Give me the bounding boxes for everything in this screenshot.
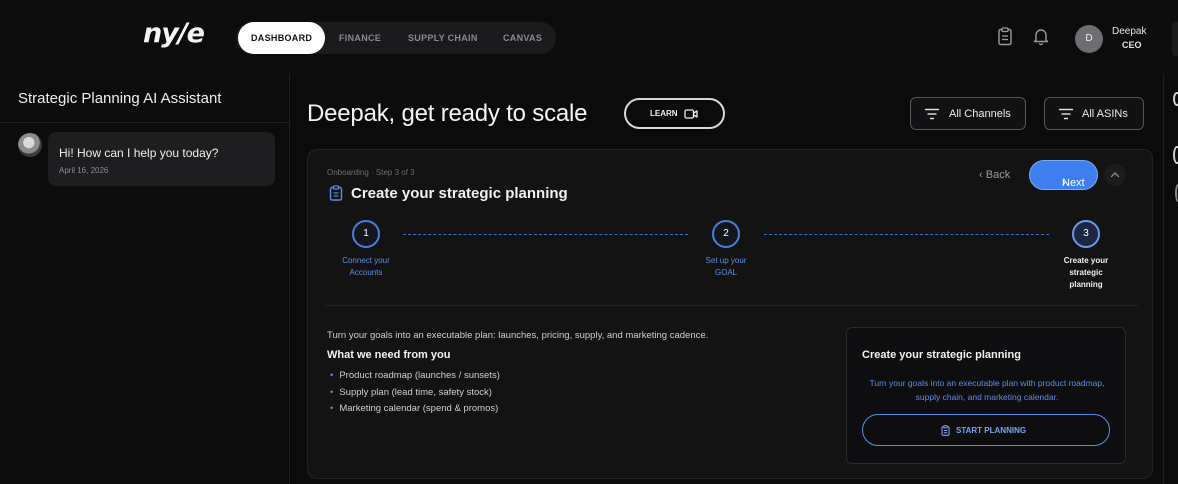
ai-assistant-panel: Strategic Planning AI Assistant Hi! How … [0, 74, 290, 484]
cta-title: Create your strategic planning [862, 349, 1021, 361]
next-button[interactable]: Next › [1029, 160, 1098, 190]
assistant-avatar [18, 133, 42, 157]
filter-icon [925, 108, 939, 120]
chat-message: Hi! How can I help you today? April 16, … [48, 132, 275, 186]
bell-icon[interactable] [1031, 26, 1051, 46]
list-item: Marketing calendar (spend & promos) [330, 403, 500, 420]
clipboard-icon [941, 425, 950, 436]
start-planning-label: START PLANNING [956, 426, 1027, 435]
video-icon [684, 109, 698, 119]
tab-finance[interactable]: FINANCE [339, 22, 381, 54]
onboarding-card: Onboarding · Step 3 of 3 Create your str… [307, 149, 1153, 479]
tab-canvas[interactable]: CANVAS [503, 22, 542, 54]
start-planning-button[interactable]: START PLANNING [862, 414, 1110, 446]
step-3-label-line: strategic [1069, 268, 1103, 277]
step-1-label-line: Connect your [342, 256, 390, 265]
card-divider [324, 305, 1138, 306]
chat-message-date: April 16, 2026 [59, 166, 109, 175]
main-content: Deepak, get ready to scale LEARN All Cha… [290, 74, 1163, 484]
page-headline: Deepak, get ready to scale [307, 100, 588, 127]
cta-description: Turn your goals into an executable plan … [869, 378, 1105, 402]
step-3-circle[interactable]: 3 [1072, 220, 1100, 248]
right-side-rail [1163, 74, 1178, 484]
chevron-left-icon: ‹ [979, 169, 986, 181]
step-1-label-line: Accounts [349, 268, 383, 277]
step-2-label-line: Set up your [705, 256, 747, 265]
back-label: Back [985, 169, 1011, 181]
main-nav: DASHBOARD FINANCE SUPPLY CHAIN CANVAS [236, 22, 556, 54]
step-2-circle[interactable]: 2 [712, 220, 740, 248]
step-1-label: Connect your Accounts [326, 255, 406, 279]
asins-filter-label: All ASINs [1082, 108, 1128, 120]
chat-message-text: Hi! How can I help you today? [59, 146, 219, 160]
user-name: Deepak [1112, 26, 1147, 37]
list-item: Product roadmap (launches / sunsets) [330, 370, 500, 387]
chat-title: Strategic Planning AI Assistant [18, 90, 222, 107]
learn-label: LEARN [650, 109, 678, 118]
needs-title: What we need from you [327, 349, 451, 361]
step-2-label-line: GOAL [714, 268, 738, 277]
step-indicator: Onboarding · Step 3 of 3 [327, 168, 415, 177]
step-connector [403, 234, 688, 235]
filter-icon [1059, 108, 1073, 120]
intro-text: Turn your goals into an executable plan:… [327, 330, 709, 341]
user-avatar[interactable]: D [1075, 25, 1103, 53]
step-connector [764, 234, 1049, 235]
start-planning-panel: Create your strategic planning Turn your… [846, 327, 1126, 464]
list-item: Supply plan (lead time, safety stock) [330, 387, 500, 404]
card-title: Create your strategic planning [351, 185, 568, 202]
clipboard-icon[interactable] [995, 26, 1015, 46]
step-3-label-line: Create your [1063, 256, 1109, 265]
user-role: CEO [1122, 40, 1142, 50]
top-right-edge [1172, 22, 1178, 56]
chevron-right-icon: › [1062, 177, 1066, 189]
channels-filter-label: All Channels [949, 108, 1011, 120]
nyle-logo[interactable]: ny/e [143, 18, 205, 49]
rail-indicator[interactable] [1173, 92, 1178, 106]
step-3-label: Create your strategic planning [1046, 255, 1126, 291]
needs-list: Product roadmap (launches / sunsets) Sup… [330, 370, 500, 420]
back-button[interactable]: ‹ Back [979, 169, 1010, 181]
step-1-circle[interactable]: 1 [352, 220, 380, 248]
rail-indicator[interactable] [1173, 146, 1178, 164]
channels-filter[interactable]: All Channels [910, 97, 1026, 130]
chat-divider [0, 122, 289, 123]
learn-button[interactable]: LEARN [624, 98, 725, 129]
top-bar: ny/e DASHBOARD FINANCE SUPPLY CHAIN CANV… [0, 0, 1178, 74]
step-2-label: Set up your GOAL [686, 255, 766, 279]
collapse-button[interactable] [1104, 164, 1126, 186]
tab-dashboard[interactable]: DASHBOARD [238, 22, 326, 54]
step-3-label-line: planning [1069, 280, 1103, 289]
tab-supply-chain[interactable]: SUPPLY CHAIN [408, 22, 478, 54]
chevron-up-icon [1110, 172, 1120, 178]
clipboard-icon [329, 185, 343, 201]
asins-filter[interactable]: All ASINs [1044, 97, 1144, 130]
